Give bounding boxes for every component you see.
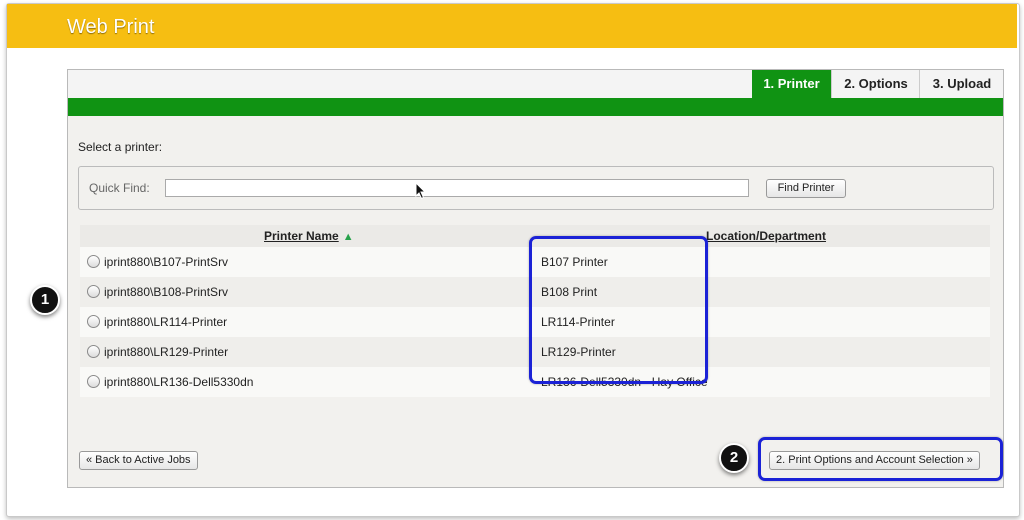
printer-radio[interactable] <box>87 375 100 388</box>
column-header-location[interactable]: Location/Department <box>706 229 826 243</box>
printer-name: iprint880\LR129-Printer <box>104 345 229 359</box>
header-bar: Web Print <box>7 4 1017 48</box>
quick-find-label: Quick Find: <box>89 181 150 195</box>
printer-radio[interactable] <box>87 285 100 298</box>
column-header-printer-name[interactable]: Printer Name ▲ <box>264 229 354 243</box>
printer-name: iprint880\LR114-Printer <box>104 315 228 329</box>
quick-find-box: Quick Find: Find Printer <box>78 166 994 210</box>
mouse-cursor-icon <box>415 182 427 200</box>
printer-name: iprint880\LR136-Dell5330dn <box>104 375 254 389</box>
sort-ascending-icon: ▲ <box>342 231 354 243</box>
find-printer-button[interactable]: Find Printer <box>766 179 846 198</box>
step-badge-1: 1 <box>30 285 60 315</box>
tab-underline-bar <box>68 98 1003 116</box>
location-highlight-box <box>529 236 708 384</box>
printer-radio[interactable] <box>87 315 100 328</box>
quick-find-input[interactable] <box>165 179 749 197</box>
printer-name: iprint880\B107-PrintSrv <box>104 255 229 269</box>
next-button-highlight-box <box>758 437 1003 481</box>
printer-name: iprint880\B108-PrintSrv <box>104 285 229 299</box>
tab-printer[interactable]: 1. Printer <box>752 70 831 98</box>
printer-radio[interactable] <box>87 345 100 358</box>
tab-upload[interactable]: 3. Upload <box>919 70 1004 98</box>
step-badge-2: 2 <box>719 443 749 473</box>
tab-options[interactable]: 2. Options <box>831 70 920 98</box>
app-title: Web Print <box>67 16 155 38</box>
tabs-row: 1. Printer 2. Options 3. Upload <box>68 70 1003 98</box>
printer-radio[interactable] <box>87 255 100 268</box>
back-to-active-jobs-button[interactable]: « Back to Active Jobs <box>79 451 198 470</box>
select-printer-label: Select a printer: <box>78 140 163 154</box>
